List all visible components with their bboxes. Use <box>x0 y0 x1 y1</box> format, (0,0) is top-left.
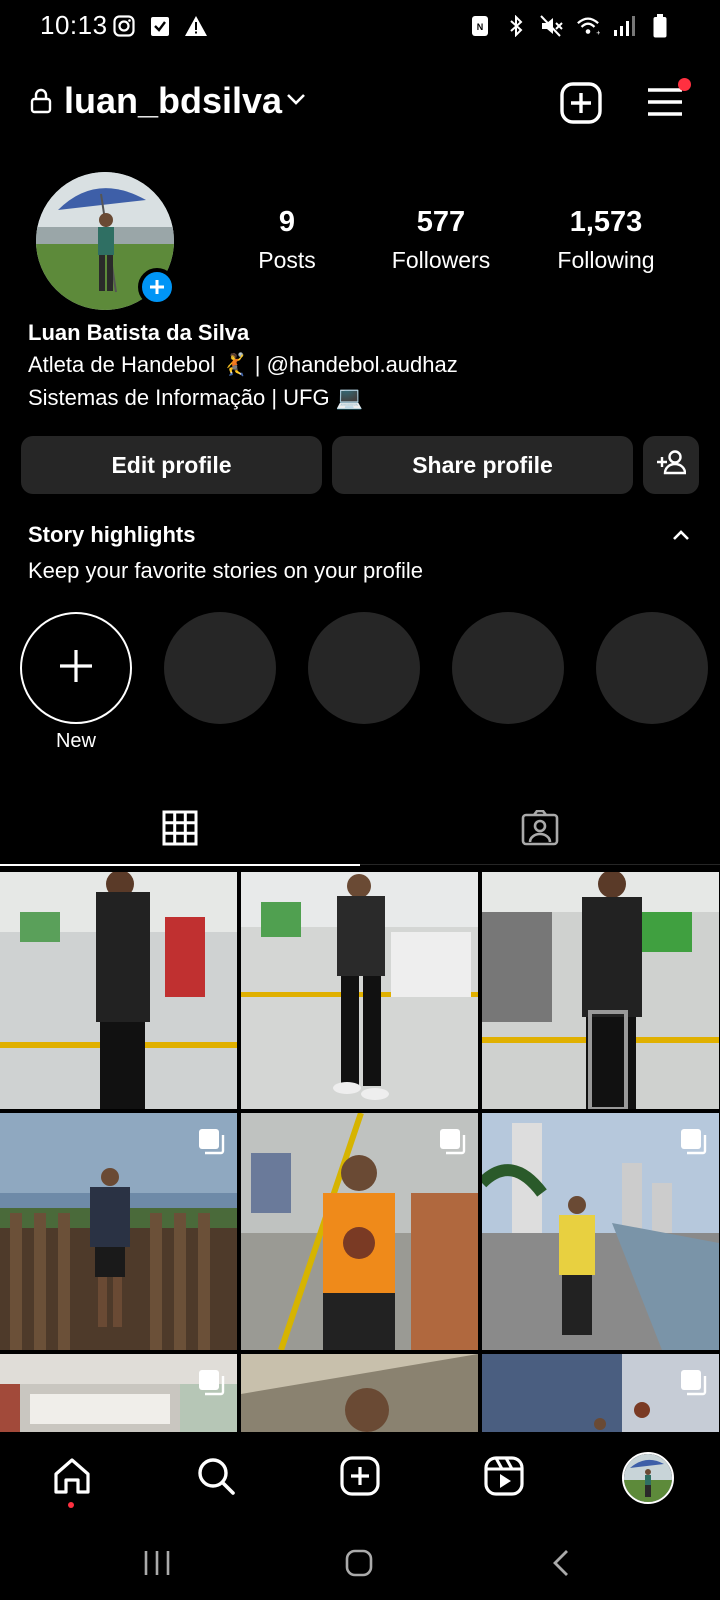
highlight-placeholder <box>452 612 564 724</box>
svg-text:N: N <box>477 22 484 32</box>
highlights-subtitle: Keep your favorite stories on your profi… <box>28 558 423 583</box>
post-thumbnail[interactable] <box>241 1113 478 1350</box>
grid-icon <box>162 810 198 851</box>
highlights-title: Story highlights <box>28 522 196 547</box>
bio-line-2: Sistemas de Informação | UFG 💻 <box>28 385 364 410</box>
add-person-icon <box>656 449 687 481</box>
post-thumbnail[interactable] <box>0 872 237 1109</box>
add-story-button[interactable] <box>138 268 176 306</box>
back-button[interactable] <box>536 1542 586 1588</box>
posts-stat[interactable]: 9 Posts <box>228 206 346 274</box>
nav-profile[interactable] <box>622 1452 674 1504</box>
highlight-placeholder <box>308 612 420 724</box>
multiple-images-icon <box>197 1127 225 1160</box>
post-thumbnail[interactable] <box>482 1354 719 1432</box>
warning-icon <box>184 14 208 38</box>
profile-avatar <box>622 1452 674 1504</box>
posts-grid <box>0 872 720 1432</box>
bio-line-1: Atleta de Handebol 🤾 | @handebol.audhaz <box>28 352 458 377</box>
multiple-images-icon <box>679 1368 707 1401</box>
nav-create[interactable] <box>334 1452 386 1504</box>
profile-header: luan_bdsilva <box>0 76 720 132</box>
home-circle-icon <box>344 1548 374 1583</box>
highlight-placeholder <box>164 612 276 724</box>
following-label: Following <box>557 247 655 273</box>
lock-icon <box>30 88 52 119</box>
discover-people-button[interactable] <box>643 436 699 494</box>
bottom-navigation <box>0 1432 720 1530</box>
status-bar: 10:13 N + <box>0 0 720 56</box>
post-thumbnail[interactable] <box>0 1354 237 1432</box>
posts-count: 9 <box>278 206 296 238</box>
mute-icon <box>540 14 564 38</box>
create-icon <box>340 1455 380 1501</box>
profile-stats: 9 Posts 577 Followers 1,573 Following <box>228 206 698 274</box>
reels-icon <box>484 1455 524 1501</box>
tab-tagged[interactable] <box>360 800 720 860</box>
plus-icon <box>58 648 94 689</box>
posts-label: Posts <box>258 247 316 273</box>
menu-button[interactable] <box>645 78 691 122</box>
svg-text:+: + <box>596 28 600 37</box>
notification-dot <box>678 78 691 91</box>
post-thumbnail[interactable] <box>0 1113 237 1350</box>
share-profile-button[interactable]: Share profile <box>332 436 633 494</box>
search-icon <box>196 1456 236 1501</box>
edit-profile-button[interactable]: Edit profile <box>21 436 322 494</box>
multiple-images-icon <box>438 1127 466 1160</box>
username[interactable]: luan_bdsilva <box>64 80 282 122</box>
status-time: 10:13 <box>40 10 108 40</box>
system-navigation <box>0 1530 720 1600</box>
recent-apps-button[interactable] <box>132 1542 182 1588</box>
profile-avatar[interactable] <box>36 172 176 310</box>
recent-apps-icon <box>142 1549 172 1582</box>
following-stat[interactable]: 1,573 Following <box>536 206 676 274</box>
notification-dot <box>68 1502 74 1508</box>
post-thumbnail[interactable] <box>241 1354 478 1432</box>
followers-stat[interactable]: 577 Followers <box>346 206 536 274</box>
display-name: Luan Batista da Silva <box>28 320 250 345</box>
following-count: 1,573 <box>569 206 643 238</box>
nfc-icon: N <box>468 14 492 38</box>
nav-search[interactable] <box>190 1452 242 1504</box>
active-tab-indicator <box>0 864 360 866</box>
battery-icon <box>648 14 672 38</box>
nav-home[interactable] <box>46 1452 98 1504</box>
tagged-icon <box>521 809 559 851</box>
back-icon <box>551 1548 571 1583</box>
post-thumbnail[interactable] <box>482 872 719 1109</box>
followers-label: Followers <box>391 247 491 273</box>
multiple-images-icon <box>197 1368 225 1401</box>
checkbox-icon <box>148 14 172 38</box>
signal-icon <box>612 14 636 38</box>
multiple-images-icon <box>679 1127 707 1160</box>
chevron-down-icon[interactable] <box>286 92 306 111</box>
bluetooth-icon <box>504 14 528 38</box>
tab-posts-grid[interactable] <box>0 800 360 860</box>
bio: Luan Batista da Silva Atleta de Handebol… <box>28 318 458 414</box>
new-highlight-label: New <box>55 730 96 752</box>
highlight-placeholder <box>596 612 708 724</box>
new-highlight-button[interactable] <box>20 612 132 724</box>
followers-count: 577 <box>416 206 466 238</box>
instagram-icon <box>112 14 136 38</box>
chevron-up-icon[interactable] <box>672 528 690 546</box>
home-button[interactable] <box>334 1542 384 1588</box>
post-thumbnail[interactable] <box>241 872 478 1109</box>
post-thumbnail[interactable] <box>482 1113 719 1350</box>
nav-reels[interactable] <box>478 1452 530 1504</box>
new-post-button[interactable] <box>560 82 602 124</box>
tab-divider <box>360 864 720 865</box>
home-icon <box>52 1456 92 1501</box>
wifi-icon: + <box>576 14 600 38</box>
